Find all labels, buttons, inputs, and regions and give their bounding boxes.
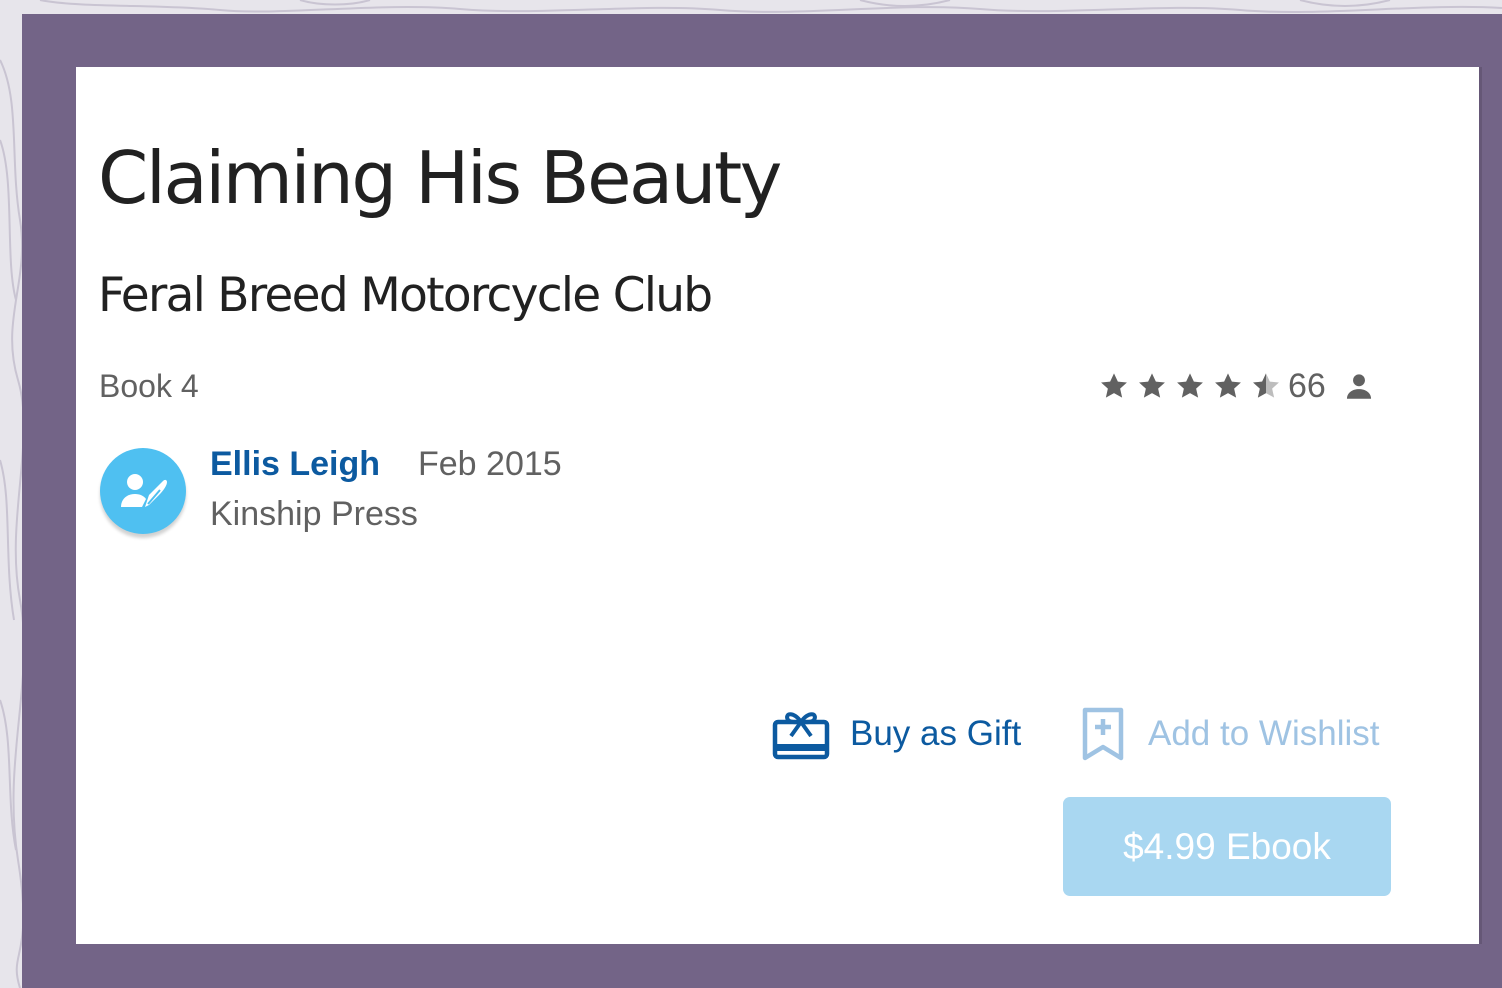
add-to-wishlist-button[interactable]: Add to Wishlist <box>1082 703 1379 765</box>
star-icon <box>1101 373 1127 398</box>
author-quill-icon <box>121 474 167 507</box>
rating-summary: 66 <box>1098 365 1376 407</box>
bookmark-add-icon <box>1082 707 1124 761</box>
star-icon <box>1215 373 1241 398</box>
book-title: Claiming His Beauty <box>98 136 782 220</box>
publish-date: Feb 2015 <box>418 445 562 483</box>
star-half-icon <box>1253 373 1279 398</box>
gift-card-icon <box>772 712 830 760</box>
book-number: Book 4 <box>99 368 199 404</box>
person-icon <box>1346 374 1371 399</box>
star-icon <box>1139 373 1165 398</box>
buy-as-gift-label: Buy as Gift <box>850 714 1022 753</box>
star-icon <box>1177 373 1203 398</box>
author-link[interactable]: Ellis Leigh <box>210 443 380 485</box>
author-avatar[interactable] <box>100 448 186 534</box>
star-rating <box>1098 370 1288 402</box>
publisher-name[interactable]: Kinship Press <box>210 493 418 535</box>
add-to-wishlist-label: Add to Wishlist <box>1148 714 1380 753</box>
series-name[interactable]: Feral Breed Motorcycle Club <box>98 267 713 325</box>
buy-as-gift-button[interactable]: Buy as Gift <box>772 703 1021 765</box>
book-details-card: Claiming His Beauty Feral Breed Motorcyc… <box>76 67 1479 944</box>
buy-ebook-button[interactable]: $4.99 Ebook <box>1063 797 1391 896</box>
rating-count: 66 <box>1288 366 1326 405</box>
